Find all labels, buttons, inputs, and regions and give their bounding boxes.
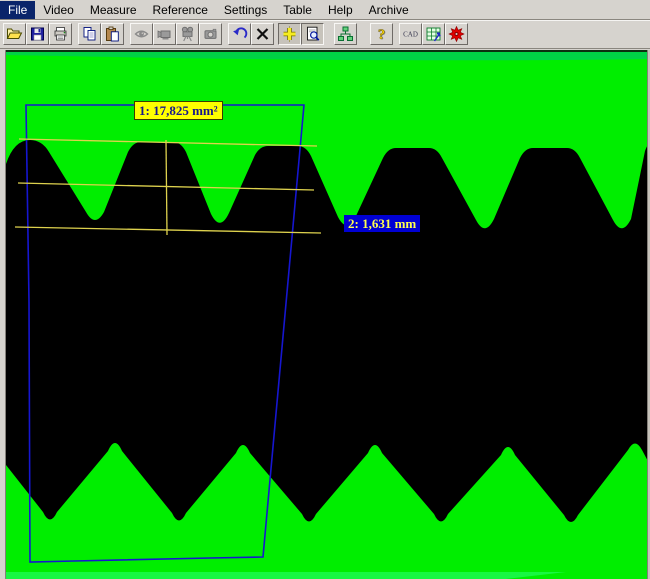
viewport-top-edge <box>6 50 650 52</box>
toolbar: ? ? CAD <box>0 20 650 49</box>
magnifier-document-icon <box>304 26 321 42</box>
live-image-button[interactable] <box>130 23 153 45</box>
eye-icon <box>133 26 150 42</box>
printer-icon <box>52 26 69 42</box>
paste-icon <box>104 26 121 42</box>
undo-arrow-icon <box>231 26 248 42</box>
menu-help[interactable]: Help <box>320 1 361 19</box>
paste-button[interactable] <box>101 23 124 45</box>
open-button[interactable] <box>3 23 26 45</box>
red-gear-icon <box>448 26 465 42</box>
snapshot-button[interactable] <box>199 23 222 45</box>
hierarchy-icon <box>337 26 354 42</box>
crosshair-icon <box>281 26 298 42</box>
measurement-app-window: File Video Measure Reference Settings Ta… <box>0 0 650 579</box>
question-mark-icon: ? ? <box>373 26 390 42</box>
copy-icon <box>81 26 98 42</box>
menu-file[interactable]: File <box>0 1 35 19</box>
spreadsheet-icon <box>425 26 442 42</box>
export-table-button[interactable] <box>422 23 445 45</box>
preview-button[interactable] <box>301 23 324 45</box>
viewport-left-edge <box>5 50 6 579</box>
crosshair-button[interactable] <box>278 23 301 45</box>
menu-video[interactable]: Video <box>35 1 81 19</box>
x-icon <box>254 26 271 42</box>
measurement-label-distance[interactable]: 2: 1,631 mm <box>344 215 420 232</box>
print-button[interactable] <box>49 23 72 45</box>
film-camera-button[interactable] <box>176 23 199 45</box>
measurement-label-area[interactable]: 1: 17,825 mm² <box>134 101 223 120</box>
menu-measure[interactable]: Measure <box>82 1 145 19</box>
menu-archive[interactable]: Archive <box>361 1 417 19</box>
thread-profile-scene <box>6 52 650 579</box>
cad-text-icon: CAD <box>401 26 420 42</box>
film-camera-icon <box>179 26 196 42</box>
cad-label: CAD <box>403 31 418 39</box>
menu-table[interactable]: Table <box>275 1 320 19</box>
help-button[interactable]: ? ? <box>370 23 393 45</box>
undo-button[interactable] <box>228 23 251 45</box>
copy-button[interactable] <box>78 23 101 45</box>
video-viewport[interactable]: 1: 17,825 mm² 2: 1,631 mm <box>0 50 650 579</box>
menu-bar: File Video Measure Reference Settings Ta… <box>0 0 650 20</box>
cad-button[interactable]: CAD <box>399 23 422 45</box>
menu-settings[interactable]: Settings <box>216 1 275 19</box>
photo-camera-icon <box>202 26 219 42</box>
floppy-disk-icon <box>29 26 46 42</box>
tree-button[interactable] <box>334 23 357 45</box>
svg-text:?: ? <box>378 27 386 42</box>
menu-reference[interactable]: Reference <box>145 1 216 19</box>
video-camera-icon <box>156 26 173 42</box>
video-camera-button[interactable] <box>153 23 176 45</box>
settings-gear-button[interactable] <box>445 23 468 45</box>
delete-button[interactable] <box>251 23 274 45</box>
bottom-green-band <box>6 572 566 579</box>
save-button[interactable] <box>26 23 49 45</box>
open-folder-icon <box>6 26 23 42</box>
